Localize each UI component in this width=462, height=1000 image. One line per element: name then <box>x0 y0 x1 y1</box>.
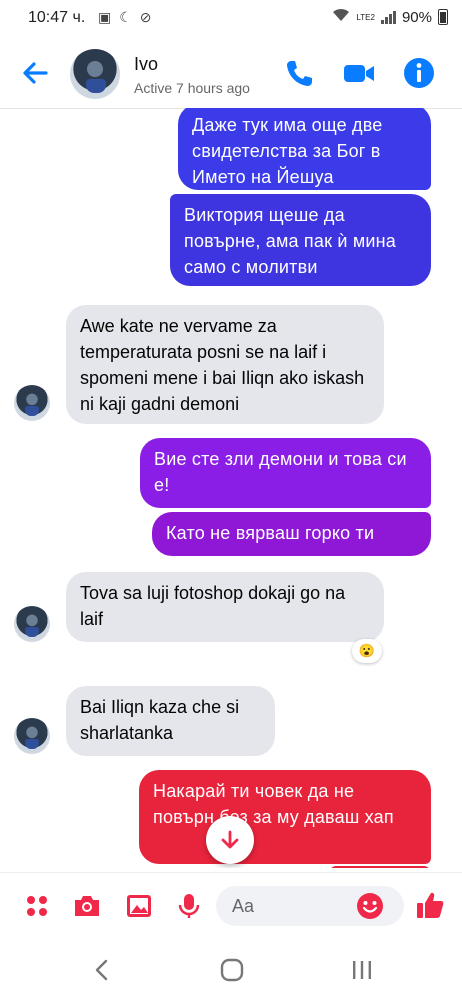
gallery-notification-icon: ▣ <box>98 9 112 25</box>
image-icon[interactable] <box>124 891 154 921</box>
status-time: 10:47 ч. <box>28 9 86 26</box>
message-sent-partial <box>330 866 430 868</box>
apps-icon[interactable] <box>22 891 52 921</box>
arrow-down-icon <box>221 830 239 849</box>
message-list[interactable]: Даже тук има още две свидетелства за Бог… <box>0 108 462 868</box>
message-sent[interactable]: Вие сте зли демони и това си е! <box>140 438 431 508</box>
nav-back-icon[interactable] <box>88 956 116 984</box>
camera-icon[interactable] <box>72 891 102 921</box>
nav-home-icon[interactable] <box>218 956 246 984</box>
messenger-notification-icon: ⊘ <box>139 9 152 25</box>
message-received[interactable]: Bai Iliqn kaza che si sharlatanka <box>66 686 275 756</box>
contact-avatar[interactable] <box>70 49 120 99</box>
wifi-icon <box>332 8 350 26</box>
back-arrow-icon[interactable] <box>20 58 50 88</box>
battery-icon <box>438 9 448 25</box>
video-camera-icon[interactable] <box>342 56 376 90</box>
message-sent[interactable]: Даже тук има още две свидетелства за Бог… <box>178 108 431 190</box>
emoji-icon[interactable] <box>356 892 386 922</box>
status-bar: 10:47 ч. ▣ ☾ ⊘ LTE2 90% <box>0 0 462 36</box>
phone-icon[interactable] <box>282 56 316 90</box>
active-status: Active 7 hours ago <box>134 80 250 96</box>
message-sent[interactable]: Накарай ти човек да не повърн без за му … <box>139 770 431 864</box>
battery-percent: 90% <box>401 8 432 26</box>
reaction-badge[interactable]: 😮 <box>352 639 382 663</box>
nav-recents-icon[interactable] <box>348 956 376 984</box>
contact-avatar-small[interactable] <box>14 718 50 754</box>
contact-avatar-small[interactable] <box>14 606 50 642</box>
scroll-to-bottom-button[interactable] <box>206 816 254 864</box>
contact-avatar-small[interactable] <box>14 385 50 421</box>
message-sent[interactable]: Като не вярваш горко ти <box>152 512 431 556</box>
conversation-header: Ivo Active 7 hours ago <box>0 36 462 109</box>
info-icon[interactable] <box>402 56 436 90</box>
system-nav-bar <box>0 940 462 1000</box>
moon-icon: ☾ <box>119 9 132 25</box>
signal-icon <box>380 10 396 24</box>
network-type-label: LTE2 <box>356 12 375 22</box>
message-sent[interactable]: Виктория щеше да повърне, ама пак ѝ мина… <box>170 194 431 286</box>
message-composer <box>0 872 462 941</box>
message-received[interactable]: Awe kate ne vervame za temperaturata pos… <box>66 305 384 424</box>
message-received[interactable]: Tova sa luji fotoshop dokaji go na laif <box>66 572 384 642</box>
contact-name[interactable]: Ivo <box>134 54 158 75</box>
microphone-icon[interactable] <box>174 891 204 921</box>
thumbs-up-icon[interactable] <box>414 889 444 919</box>
surprised-emoji-icon: 😮 <box>358 643 376 658</box>
